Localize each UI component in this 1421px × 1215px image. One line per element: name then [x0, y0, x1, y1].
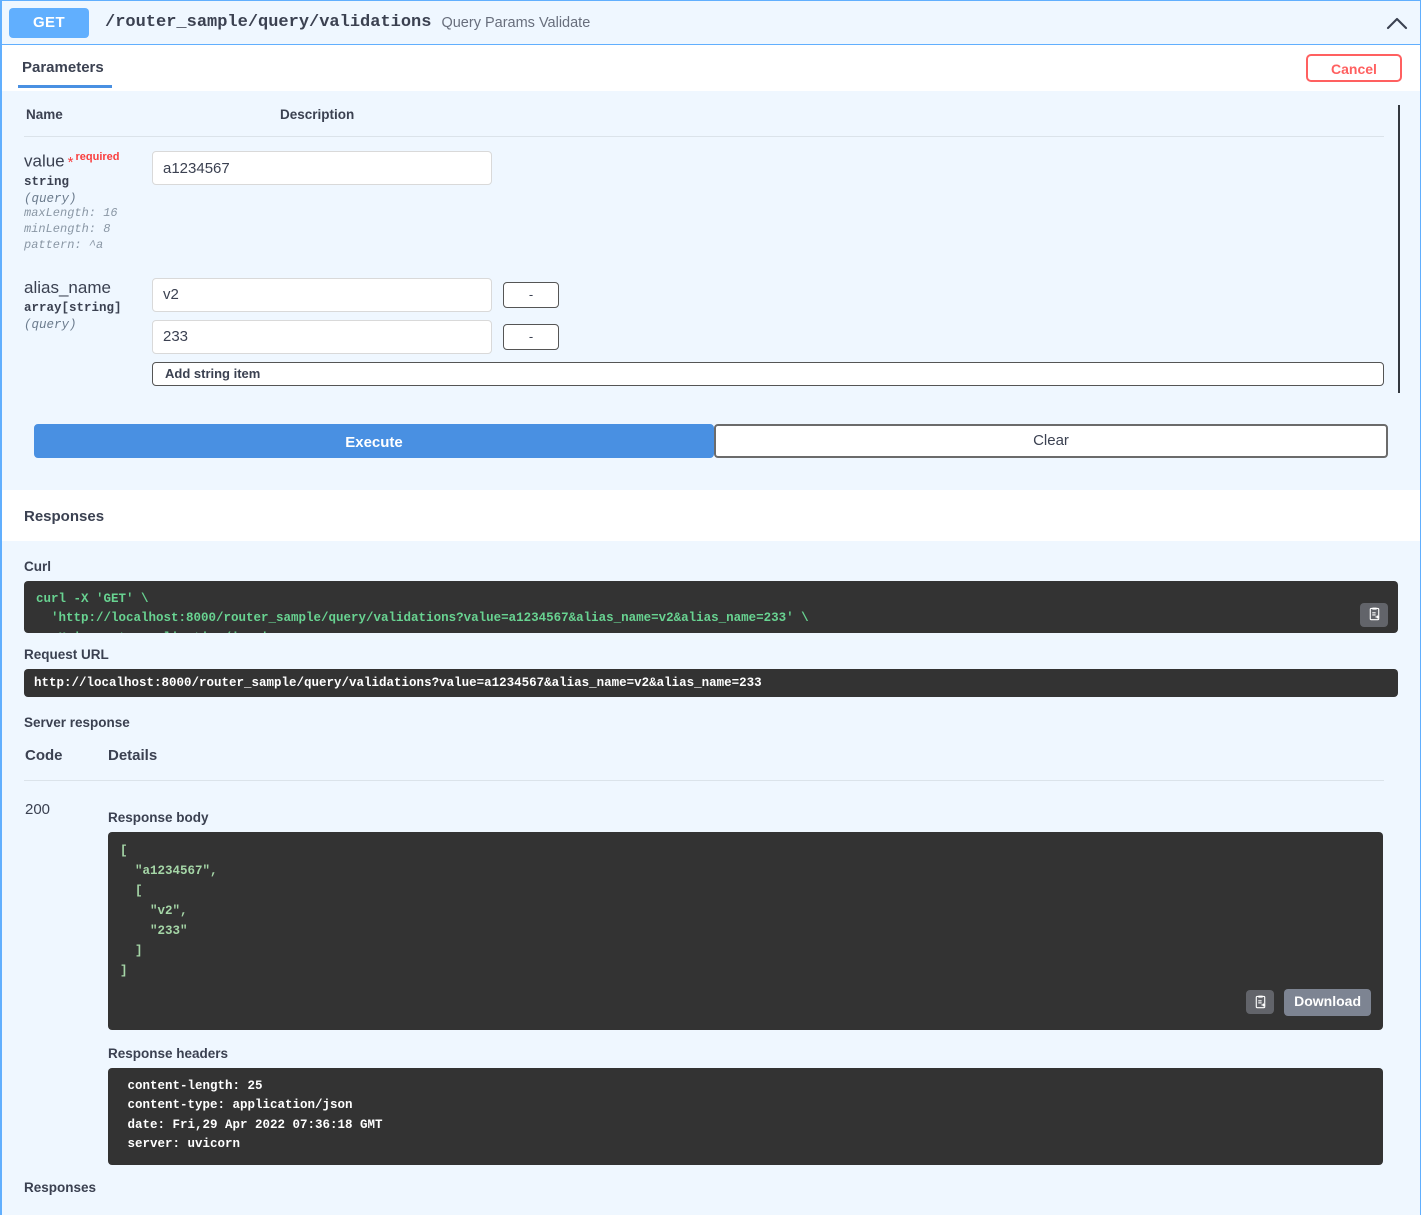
curl-command-block: curl -X 'GET' \ 'http://localhost:8000/r…	[24, 580, 1398, 633]
server-response-label: Server response	[24, 714, 130, 730]
required-label: required	[75, 151, 120, 163]
column-header-details: Details	[107, 745, 1384, 781]
copy-curl-button[interactable]	[1360, 602, 1388, 627]
parameter-name-cell-alias-name: alias_name array[string] (query)	[24, 264, 152, 396]
parameter-row-value: value * required string (query) maxLength:…	[24, 137, 1384, 264]
parameters-panel: Name Description value * required string (…	[2, 91, 1420, 406]
parameter-input-cell-value	[152, 137, 1384, 264]
tab-parameters[interactable]: Parameters	[18, 45, 112, 88]
parameter-label-alias-name: alias_name	[24, 277, 111, 297]
clear-button[interactable]: Clear	[714, 423, 1388, 458]
parameter-label-value: value	[24, 151, 65, 171]
array-item-row-1: -	[152, 319, 1384, 354]
column-header-description: Description	[152, 107, 1384, 137]
documented-responses-heading: Responses	[24, 1180, 97, 1196]
responses-heading-bar: Responses	[2, 489, 1420, 541]
request-url-text: http://localhost:8000/router_sample/quer…	[34, 675, 762, 690]
response-headers-label: Response headers	[108, 1045, 229, 1061]
server-response-table: Code Details 200 Response body [ "a12345…	[24, 745, 1384, 1167]
curl-command-text: curl -X 'GET' \ 'http://localhost:8000/r…	[36, 591, 809, 633]
parameter-input-alias-name-0[interactable]	[152, 277, 492, 312]
column-header-code: Code	[24, 745, 107, 781]
parameters-header-row: Name Description	[24, 107, 1384, 137]
parameters-scrollbar[interactable]	[1398, 105, 1400, 393]
request-url-label: Request URL	[24, 646, 109, 662]
server-response-row: 200 Response body [ "a1234567", [ "v2", …	[24, 780, 1384, 1166]
cancel-button[interactable]: Cancel	[1306, 54, 1402, 82]
operation-body: Parameters Cancel Name Description value…	[2, 45, 1420, 1215]
parameter-input-alias-name-1[interactable]	[152, 319, 492, 354]
opblock-get: GET /router_sample/query/validations Que…	[0, 0, 1421, 1215]
response-body-actions: Download	[1246, 988, 1371, 1016]
response-body-label: Response body	[108, 809, 209, 825]
column-header-name: Name	[24, 107, 152, 137]
documented-responses-panel: Responses Code Description Links 200 Suc…	[2, 1166, 1420, 1215]
curl-label: Curl	[24, 558, 51, 574]
response-body-text: [ "a1234567", [ "v2", "233" ] ]	[120, 843, 218, 978]
operation-path: /router_sample/query/validations	[105, 13, 432, 32]
parameters-scroll-area: Name Description value * required string (…	[2, 91, 1420, 406]
server-response-code: 200	[25, 800, 51, 818]
responses-heading: Responses	[24, 507, 105, 525]
server-response-details: Response body [ "a1234567", [ "v2", "233…	[107, 780, 1384, 1166]
copy-response-button[interactable]	[1246, 990, 1275, 1015]
operation-tabs: Parameters Cancel	[2, 45, 1420, 91]
parameter-type-alias-name: array[string]	[24, 301, 122, 316]
operation-summary-text: Query Params Validate	[441, 14, 591, 31]
add-string-item-button[interactable]: Add string item	[152, 361, 1384, 386]
parameter-constraint-minlength: minLength: 8	[24, 222, 111, 236]
remove-array-item-button-0[interactable]: -	[503, 281, 559, 308]
operation-summary-bar[interactable]: GET /router_sample/query/validations Que…	[2, 1, 1420, 45]
server-response-header-row: Code Details	[24, 745, 1384, 781]
parameter-in-value: (query)	[24, 192, 77, 207]
request-url-block: http://localhost:8000/router_sample/quer…	[24, 668, 1398, 697]
parameter-constraint-pattern: pattern: ^a	[24, 237, 104, 252]
swagger-ui-operation-screen: GET /router_sample/query/validations Que…	[0, 0, 1421, 1215]
parameter-in-alias-name: (query)	[24, 318, 77, 333]
parameter-constraint-maxlength: maxLength: 16	[24, 206, 118, 221]
parameter-name-cell-value: value * required string (query) maxLength:…	[24, 137, 152, 264]
execute-panel: Execute Clear	[2, 405, 1420, 490]
array-item-row-0: -	[152, 277, 1384, 312]
parameter-input-value[interactable]	[152, 151, 492, 185]
server-response-panel: Server response Code Details 200 Respons…	[2, 704, 1420, 1167]
download-button[interactable]: Download	[1284, 988, 1371, 1016]
remove-array-item-button-1[interactable]: -	[503, 323, 559, 350]
parameter-row-alias-name: alias_name array[string] (query) -	[24, 264, 1384, 396]
live-response-panel: Curl curl -X 'GET' \ 'http://localhost:8…	[2, 540, 1420, 705]
parameter-input-cell-alias-name: - - Add string item	[152, 264, 1384, 396]
response-headers-text: content-length: 25 content-type: applica…	[127, 1078, 383, 1152]
http-method-badge: GET	[9, 7, 89, 38]
parameters-table: Name Description value * required string (…	[24, 107, 1384, 396]
response-headers-block: content-length: 25 content-type: applica…	[108, 1067, 1383, 1166]
chevron-up-icon[interactable]	[1384, 10, 1410, 36]
parameter-type-value: string	[24, 175, 70, 190]
parameter-name-value: value * required	[24, 151, 152, 172]
required-star-icon: *	[67, 153, 74, 171]
response-body-block: [ "a1234567", [ "v2", "233" ] ] Download	[108, 831, 1383, 1030]
execute-row: Execute Clear	[34, 423, 1388, 458]
execute-button[interactable]: Execute	[34, 423, 714, 458]
